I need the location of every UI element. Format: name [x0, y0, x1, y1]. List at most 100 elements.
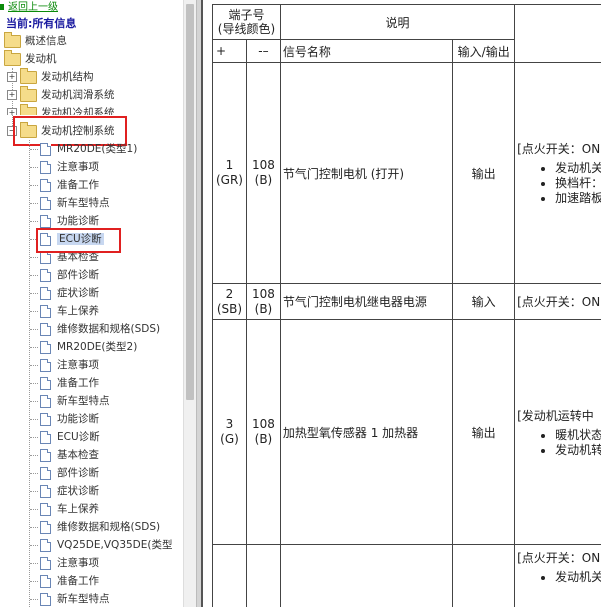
document-icon [40, 592, 51, 606]
scrollbar-thumb[interactable] [186, 4, 194, 400]
tree-connector [30, 527, 38, 528]
condition-item: 暖机状态 [555, 428, 601, 443]
header-description: 说明 [279, 4, 516, 40]
tree-item-engine-cooling[interactable]: + 发动机冷却系统 [7, 104, 115, 115]
tree-doc-label: 准备工作 [57, 179, 99, 191]
tree-doc-item[interactable]: 功能诊断 [40, 410, 99, 428]
header-plus: + [212, 39, 247, 63]
tree-doc-label: 车上保养 [57, 305, 99, 317]
tree-doc-label: 功能诊断 [57, 215, 99, 227]
tree-doc-label: VQ25DE,VQ35DE(类型 [57, 539, 173, 551]
expand-icon[interactable]: + [7, 72, 17, 82]
tree-connector [30, 599, 38, 600]
tree-connector [30, 545, 38, 546]
tree-connector [30, 185, 38, 186]
back-link[interactable]: 返回上一级 [0, 0, 58, 14]
tree-doc-item[interactable]: 基本检查 [40, 446, 99, 464]
tree-doc-item[interactable]: 准备工作 [40, 176, 99, 194]
header-minus: -– [245, 39, 281, 63]
tree-connector [30, 311, 38, 312]
tree-doc-label: 维修数据和规格(SDS) [57, 521, 161, 533]
document-icon [40, 160, 51, 174]
tree-doc-label: ECU诊断 [57, 431, 100, 443]
tree-item-engine[interactable]: 发动机 [4, 49, 57, 68]
tree-connector [30, 509, 38, 510]
tree-item-overview[interactable]: 概述信息 [4, 31, 67, 50]
tree-doc-label: 新车型特点 [57, 395, 110, 407]
expand-icon[interactable]: + [7, 108, 17, 115]
tree-doc-item[interactable]: 症状诊断 [40, 482, 99, 500]
tree-connector [30, 491, 38, 492]
condition-text: [点火开关：ON [517, 551, 601, 565]
tree-connector [30, 563, 38, 564]
document-icon [40, 430, 51, 444]
document-icon [40, 520, 51, 534]
tree-scrollbar[interactable] [183, 0, 196, 607]
tree-item-engine-structure[interactable]: + 发动机结构 [7, 67, 94, 86]
document-icon [40, 556, 51, 570]
terminal-plus [212, 544, 247, 607]
folder-icon [20, 85, 37, 102]
header-signal-name: 信号名称 [279, 39, 454, 63]
document-icon [40, 538, 51, 552]
back-link-text[interactable]: 返回上一级 [8, 2, 58, 13]
tree-doc-item[interactable]: 注意事项 [40, 356, 99, 374]
current-location: 当前:所有信息 [6, 17, 77, 30]
condition-list: 发动机关 [515, 570, 601, 585]
tree-doc-item[interactable]: 注意事项 [40, 158, 99, 176]
tree-doc-label: MR20DE(类型1) [57, 143, 138, 155]
tree-doc-item[interactable]: 维修数据和规格(SDS) [40, 518, 160, 536]
tree-doc-item[interactable]: ECU诊断 [40, 428, 100, 446]
tree-connector [30, 365, 38, 366]
condition-item: 发动机关 [555, 570, 601, 585]
tree-connector [30, 347, 38, 348]
expand-icon[interactable]: + [7, 90, 17, 100]
signal-name [279, 544, 454, 607]
tree-connector [30, 455, 38, 456]
signal-name: 节气门控制电机 (打开) [279, 62, 454, 284]
tree-doc-item[interactable]: 车上保养 [40, 500, 99, 518]
tree-doc-label: 症状诊断 [57, 485, 99, 497]
tree-doc-item[interactable]: MR20DE(类型1) [40, 140, 137, 158]
tree-doc-item[interactable]: 症状诊断 [40, 284, 99, 302]
document-icon [40, 502, 51, 516]
tree-doc-item[interactable]: 维修数据和规格(SDS) [40, 320, 160, 338]
tree-doc-item[interactable]: 准备工作 [40, 572, 99, 590]
io-type: 输入 [452, 283, 516, 320]
tree-doc-item[interactable]: 新车型特点 [40, 590, 110, 607]
condition-text: [点火开关：ON [517, 295, 601, 309]
tree-connector [30, 329, 38, 330]
tree-doc-item[interactable]: MR20DE(类型2) [40, 338, 137, 356]
tree-connector [30, 419, 38, 420]
condition-item: 发动机关 [555, 161, 601, 176]
document-icon [40, 448, 51, 462]
table-row: 3 (G) 108 (B) 加热型氧传感器 1 加热器 输出 [发动机运转中 暖… [212, 319, 601, 545]
tree-doc-item[interactable]: 准备工作 [40, 374, 99, 392]
tree-connector [30, 581, 38, 582]
document-icon [40, 358, 51, 372]
condition-list: 暖机状态 发动机转 [515, 428, 601, 458]
folder-icon [20, 67, 37, 84]
folder-icon [4, 49, 21, 66]
tree-connector [30, 383, 38, 384]
condition-list: 发动机关 换档杆： 加速踏板 [515, 161, 601, 206]
document-icon [40, 196, 51, 210]
tree-item-engine-lubrication[interactable]: + 发动机润滑系统 [7, 85, 115, 104]
document-icon [40, 394, 51, 408]
condition-item: 换档杆： [555, 176, 601, 191]
terminal-minus: 108 (B) [245, 319, 281, 545]
tree-connector [30, 437, 38, 438]
tree-doc-item[interactable]: 车上保养 [40, 302, 99, 320]
document-icon [40, 286, 51, 300]
tree-connector [30, 257, 38, 258]
tree-doc-item[interactable]: 注意事项 [40, 554, 99, 572]
tree-doc-label: MR20DE(类型2) [57, 341, 138, 353]
tree-connector [30, 275, 38, 276]
signal-name: 节气门控制电机继电器电源 [279, 283, 454, 320]
highlight-box [36, 228, 121, 253]
tree-doc-item[interactable]: 新车型特点 [40, 392, 110, 410]
tree-doc-item[interactable]: VQ25DE,VQ35DE(类型 [40, 536, 173, 554]
tree-doc-item[interactable]: 部件诊断 [40, 266, 99, 284]
tree-doc-item[interactable]: 新车型特点 [40, 194, 110, 212]
tree-doc-item[interactable]: 部件诊断 [40, 464, 99, 482]
